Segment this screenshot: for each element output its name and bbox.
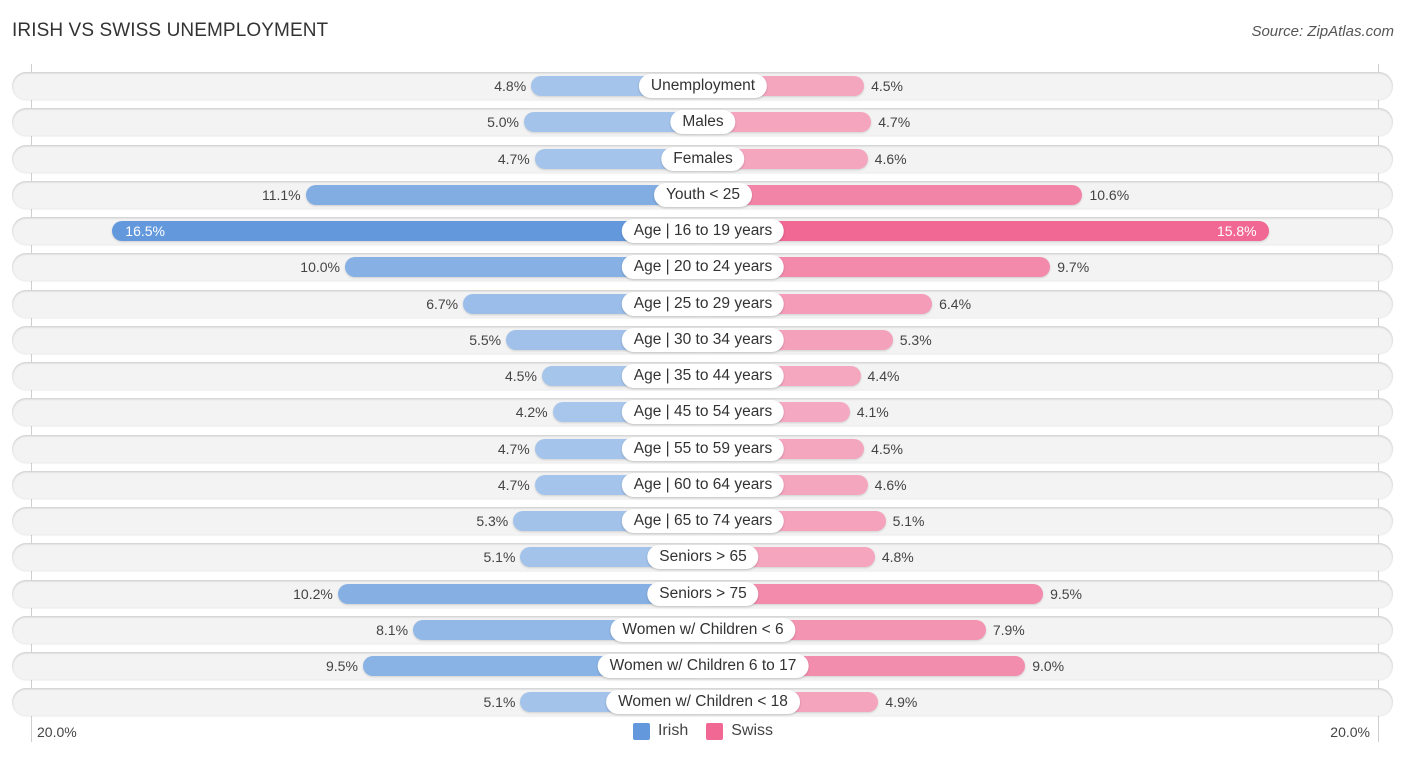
value-label-swiss: 6.4% <box>939 295 972 312</box>
value-label-swiss: 4.8% <box>881 549 914 566</box>
value-label-irish: 4.7% <box>497 440 530 457</box>
category-label: Women w/ Children < 6 <box>610 617 796 642</box>
category-label: Age | 45 to 54 years <box>621 400 785 425</box>
category-label: Age | 20 to 24 years <box>621 255 785 280</box>
value-label-swiss: 9.7% <box>1057 259 1090 276</box>
legend: Irish Swiss <box>0 722 1406 740</box>
value-label-irish: 4.2% <box>515 404 548 421</box>
value-label-swiss: 4.5% <box>871 440 904 457</box>
bar-swiss[interactable] <box>703 184 1083 205</box>
bar-irish[interactable] <box>305 184 703 205</box>
value-label-swiss: 10.6% <box>1089 186 1130 203</box>
category-label: Age | 55 to 59 years <box>621 436 785 461</box>
bar-swiss[interactable] <box>703 221 1269 241</box>
category-label: Age | 25 to 29 years <box>621 291 785 316</box>
category-label: Age | 60 to 64 years <box>621 472 785 497</box>
value-label-swiss: 4.5% <box>871 78 904 94</box>
value-label-irish: 6.7% <box>426 295 459 312</box>
value-label-irish: 5.3% <box>476 513 509 529</box>
category-label: Women w/ Children < 18 <box>606 690 800 715</box>
category-label: Youth < 25 <box>654 182 752 207</box>
value-label-irish: 16.5% <box>125 223 165 239</box>
value-label-irish: 5.0% <box>487 114 519 131</box>
value-label-irish: 8.1% <box>376 621 409 638</box>
value-label-irish: 4.7% <box>497 150 530 167</box>
source-label: Source: ZipAtlas.com <box>1251 23 1394 40</box>
value-label-irish: 4.7% <box>497 476 530 493</box>
legend-label-swiss: Swiss <box>731 722 773 739</box>
category-label: Women w/ Children 6 to 17 <box>597 654 809 678</box>
value-label-irish: 4.8% <box>494 78 527 94</box>
value-label-swiss: 15.8% <box>1216 223 1257 239</box>
category-label: Age | 30 to 34 years <box>621 327 785 352</box>
legend-swatch-irish <box>632 722 650 740</box>
value-label-swiss: 4.1% <box>856 404 889 421</box>
value-label-irish: 10.2% <box>293 585 333 602</box>
value-label-swiss: 7.9% <box>992 621 1025 638</box>
bar-irish[interactable] <box>112 221 703 241</box>
value-label-swiss: 9.5% <box>1050 585 1083 602</box>
value-label-swiss: 5.3% <box>899 331 932 348</box>
chart-title: IRISH VS SWISS UNEMPLOYMENT <box>12 20 329 41</box>
value-label-swiss: 5.1% <box>892 513 925 529</box>
category-label: Seniors > 75 <box>647 581 759 606</box>
category-label: Unemployment <box>638 74 768 98</box>
category-label: Age | 16 to 19 years <box>621 219 785 243</box>
category-label: Age | 35 to 44 years <box>621 364 785 388</box>
value-label-irish: 4.5% <box>504 368 537 384</box>
legend-item-swiss[interactable]: Swiss <box>706 722 773 740</box>
legend-swatch-swiss <box>706 722 724 740</box>
category-label: Seniors > 65 <box>647 545 759 570</box>
value-label-irish: 5.1% <box>483 694 516 711</box>
value-label-swiss: 4.6% <box>874 150 907 167</box>
value-label-swiss: 4.7% <box>878 114 911 131</box>
value-label-swiss: 4.9% <box>885 694 918 711</box>
value-label-swiss: 9.0% <box>1032 658 1065 674</box>
value-label-irish: 5.1% <box>483 549 516 566</box>
value-label-swiss: 4.6% <box>874 476 907 493</box>
category-label: Males <box>670 110 736 135</box>
category-label: Age | 65 to 74 years <box>621 509 785 533</box>
legend-item-irish[interactable]: Irish <box>632 722 689 740</box>
legend-label-irish: Irish <box>657 722 689 739</box>
value-label-irish: 11.1% <box>261 186 301 203</box>
value-label-swiss: 4.4% <box>867 368 900 384</box>
value-label-irish: 9.5% <box>325 658 358 674</box>
category-label: Females <box>661 146 745 171</box>
value-label-irish: 5.5% <box>469 331 502 348</box>
value-label-irish: 10.0% <box>300 259 340 276</box>
